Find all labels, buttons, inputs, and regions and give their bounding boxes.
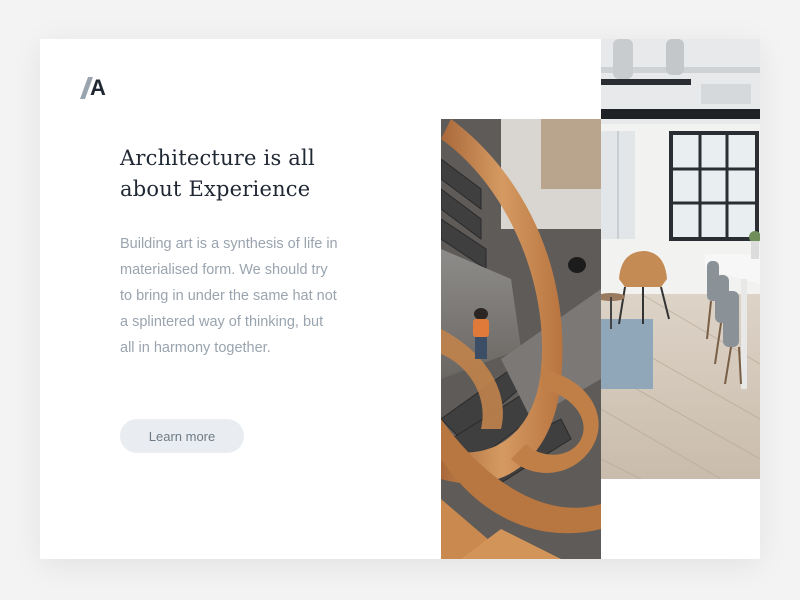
office-image [601,39,760,479]
logo-letter: A [90,75,106,100]
intro-line: materialised form. We should try [120,262,328,278]
learn-more-button[interactable]: Learn more [120,419,244,453]
brand-logo[interactable]: A [80,77,110,99]
hero-card: A Architecture is all about Experience B… [40,39,760,559]
intro-line: Building art is a synthesis of life in [120,236,338,252]
staircase-image [441,119,601,559]
intro-line: a splintered way of thinking, but [120,314,324,330]
intro-line: to bring in under the same hat not [120,288,337,304]
title-line-2: about Experience [120,177,311,201]
page-title: Architecture is all about Experience [120,143,380,205]
title-line-1: Architecture is all [120,146,315,170]
intro-paragraph: Building art is a synthesis of life in m… [120,231,370,361]
intro-line: all in harmony together. [120,340,271,356]
